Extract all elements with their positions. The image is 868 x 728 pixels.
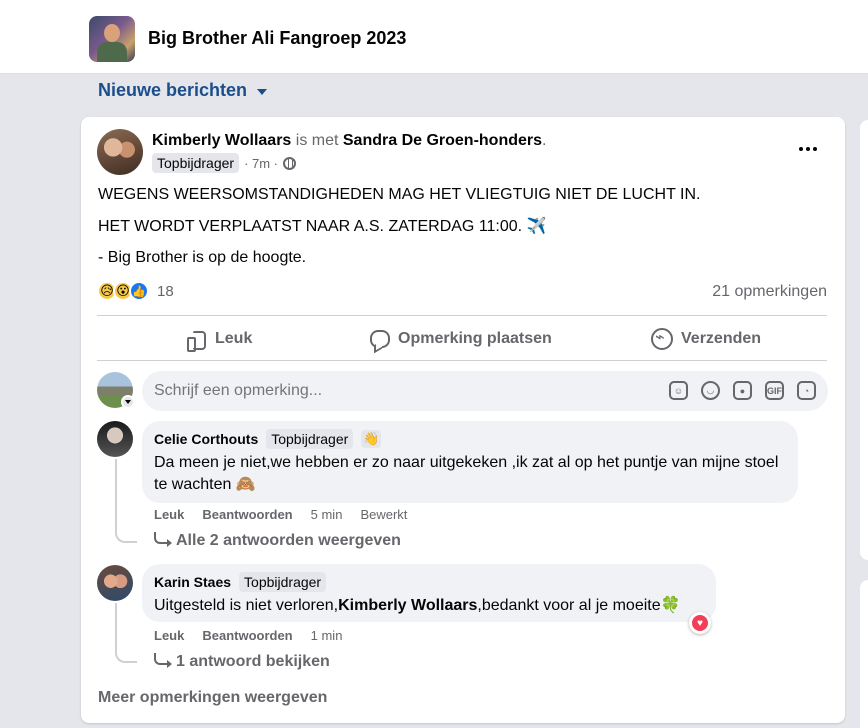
comment-icon <box>370 330 390 348</box>
mention-link[interactable]: Kimberly Wollaars <box>338 597 477 614</box>
view-replies-link[interactable]: 1 antwoord bekijken <box>154 653 330 671</box>
caret-down-icon <box>257 88 268 95</box>
reply-arrow-icon <box>154 532 172 547</box>
post-line: HET WORDT VERPLAATST NAAR A.S. ZATERDAG … <box>98 217 547 235</box>
globe-icon[interactable] <box>283 156 297 170</box>
comment-like-button[interactable]: Leuk <box>154 628 184 643</box>
top-contributor-badge[interactable]: Topbijdrager <box>266 429 354 449</box>
comment-header: Celie Corthouts Topbijdrager 👋 <box>154 429 786 449</box>
sort-label: Nieuwe berichten <box>98 80 248 100</box>
comment-button[interactable]: Opmerking plaatsen <box>370 325 552 353</box>
dot-icon <box>806 147 810 151</box>
comment-bubble: Karin Staes Topbijdrager Uitgesteld is n… <box>142 564 716 622</box>
post-body: WEGENS WEERSOMSTANDIGHEDEN MAG HET VLIEG… <box>98 185 700 280</box>
view-replies-link[interactable]: Alle 2 antwoorden weergeven <box>154 532 401 550</box>
sort-dropdown[interactable]: Nieuwe berichten <box>98 80 268 101</box>
heart-reaction-badge[interactable]: ♥ <box>689 612 711 634</box>
more-options-button[interactable] <box>793 139 823 159</box>
side-card <box>860 580 868 728</box>
post-meta: Topbijdrager · 7m · <box>152 153 297 173</box>
comment-text: Uitgesteld is niet verloren,Kimberly Wol… <box>154 595 704 617</box>
post-line: - Big Brother is op de hoogte. <box>98 249 307 266</box>
dot-icon <box>813 147 817 151</box>
comment-reply-button[interactable]: Beantwoorden <box>202 628 292 643</box>
thread-connector <box>115 603 137 663</box>
commenter-name[interactable]: Celie Corthouts <box>154 431 258 447</box>
comment-text-part: Uitgesteld is niet verloren, <box>154 597 339 614</box>
commenter-avatar[interactable] <box>97 421 133 457</box>
comment-reply-button[interactable]: Beantwoorden <box>202 507 292 522</box>
post-card: Kimberly Wollaars is met Sandra De Groen… <box>81 117 845 723</box>
comment-text-part: ,bedankt voor al je moeite🍀 <box>477 597 681 614</box>
edited-label: Bewerkt <box>360 507 408 522</box>
like-reaction-icon: 👍 <box>129 281 149 301</box>
view-replies-label: Alle 2 antwoorden weergeven <box>176 532 401 549</box>
like-label: Leuk <box>215 330 253 347</box>
group-avatar[interactable] <box>89 16 135 62</box>
composer-tools: ☺ ◡ ● GIF ◔ <box>669 381 816 400</box>
divider <box>97 315 827 316</box>
avatar-body-shape <box>97 42 127 62</box>
commenter-name[interactable]: Karin Staes <box>154 574 231 590</box>
side-card <box>860 120 868 560</box>
post-author-name[interactable]: Kimberly Wollaars <box>152 132 291 149</box>
like-button[interactable]: Leuk <box>185 325 252 353</box>
post-line: WEGENS WEERSOMSTANDIGHEDEN MAG HET VLIEG… <box>98 186 701 203</box>
post-author-line: Kimberly Wollaars is met Sandra De Groen… <box>152 132 546 150</box>
top-contributor-badge[interactable]: Topbijdrager <box>152 153 240 173</box>
comment-like-button[interactable]: Leuk <box>154 507 184 522</box>
thumbs-up-icon <box>185 328 207 352</box>
comment-count[interactable]: 21 opmerkingen <box>712 283 827 301</box>
reaction-count: 18 <box>157 282 174 300</box>
send-label: Verzenden <box>681 330 762 347</box>
reply-arrow-icon <box>154 653 172 668</box>
send-button[interactable]: Verzenden <box>651 325 761 353</box>
comment-bubble: Celie Corthouts Topbijdrager 👋 Da meen j… <box>142 421 798 503</box>
messenger-icon <box>651 327 673 350</box>
comment-text: Da meen je niet,we hebben er zo naar uit… <box>154 454 779 493</box>
chevron-down-icon[interactable] <box>121 395 135 409</box>
avatar-head-shape <box>104 24 120 42</box>
post-time[interactable]: · 7m · <box>244 156 278 171</box>
comment-time[interactable]: 5 min <box>311 507 343 522</box>
avatar-sticker-icon[interactable]: ☺ <box>669 381 688 400</box>
tagged-person[interactable]: Sandra De Groen-honders <box>343 132 542 149</box>
commenter-avatar[interactable] <box>97 565 133 601</box>
sticker-icon[interactable]: ◔ <box>797 381 816 400</box>
dot-icon <box>799 147 803 151</box>
reaction-summary[interactable]: 😥 😮 👍 18 <box>97 281 174 301</box>
waving-hand-icon[interactable]: 👋 <box>361 430 382 448</box>
group-header: Big Brother Ali Fangroep 2023 <box>0 0 868 74</box>
comment-header: Karin Staes Topbijdrager <box>154 572 704 592</box>
comment-label: Opmerking plaatsen <box>398 330 552 347</box>
with-text: is met <box>291 132 343 149</box>
thread-connector <box>115 459 137 543</box>
camera-icon[interactable]: ● <box>733 381 752 400</box>
top-contributor-badge[interactable]: Topbijdrager <box>239 572 327 592</box>
tag-suffix: . <box>542 132 547 149</box>
author-avatar[interactable] <box>97 129 143 175</box>
gif-icon[interactable]: GIF <box>765 381 784 400</box>
heart-icon: ♥ <box>692 615 708 631</box>
group-title[interactable]: Big Brother Ali Fangroep 2023 <box>148 28 406 49</box>
divider <box>97 360 827 361</box>
more-comments-link[interactable]: Meer opmerkingen weergeven <box>98 689 327 707</box>
comment-time[interactable]: 1 min <box>311 628 343 643</box>
comment-actions: Leuk Beantwoorden 1 min <box>154 628 342 643</box>
emoji-icon[interactable]: ◡ <box>701 381 720 400</box>
view-replies-label: 1 antwoord bekijken <box>176 653 330 670</box>
comment-actions: Leuk Beantwoorden 5 min Bewerkt <box>154 507 407 522</box>
